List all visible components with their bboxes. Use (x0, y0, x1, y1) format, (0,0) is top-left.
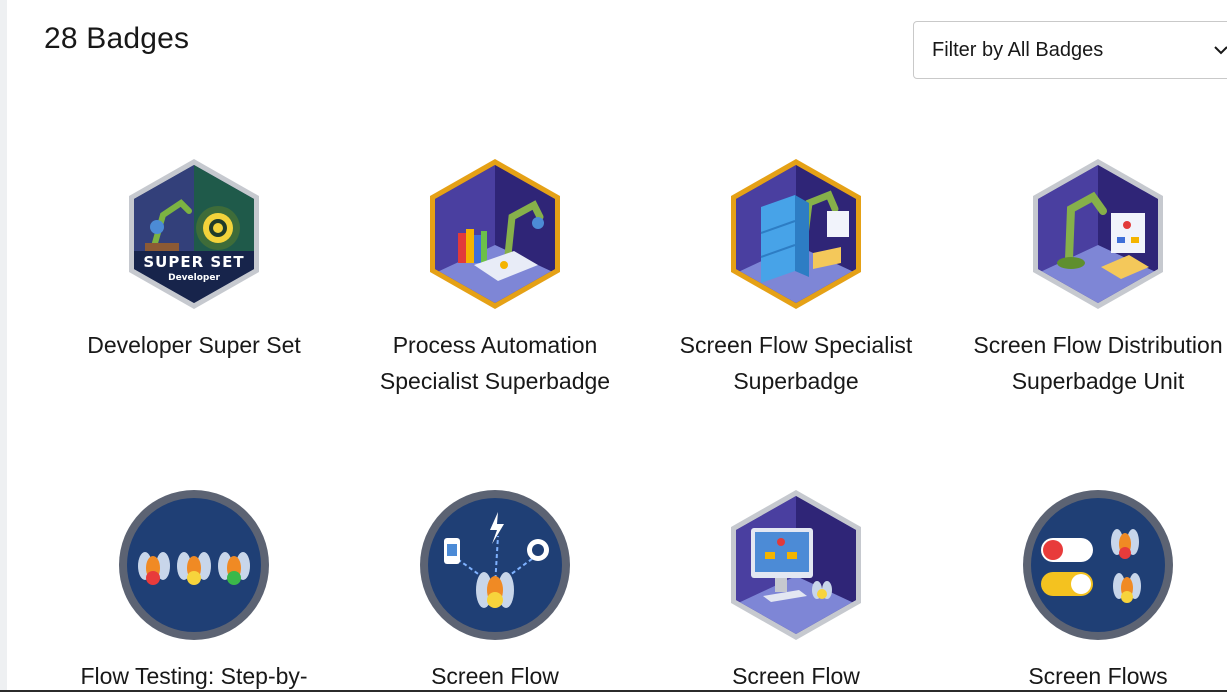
badge-title[interactable]: Process Automation Specialist Superbadge (345, 327, 645, 399)
badge-filter-select[interactable]: Filter by All Badges (913, 21, 1227, 79)
robot-arm-books-badge-icon[interactable] (416, 155, 574, 313)
fireflies-traffic-lights-badge-icon[interactable] (115, 486, 273, 644)
monitor-flowchart-badge-icon[interactable] (717, 486, 875, 644)
filter-label: Filter by All Badges (932, 38, 1104, 61)
badge-title[interactable]: Developer Super Set (44, 327, 344, 363)
page-title: 28 Badges (44, 22, 190, 55)
firefly-network-badge-icon[interactable] (416, 486, 574, 644)
badge-title[interactable]: Screen Flow (345, 658, 645, 694)
badge-title[interactable]: Screen Flows (948, 658, 1227, 694)
badge-title[interactable]: Screen Flow Specialist Superbadge (646, 327, 946, 399)
badge-title[interactable]: Screen Flow Distribution Superbadge Unit (948, 327, 1227, 399)
badge-title[interactable]: Screen Flow (646, 658, 946, 694)
svg-text:SUPER SET: SUPER SET (143, 253, 244, 271)
chevron-down-icon (1214, 46, 1227, 55)
badge-title[interactable]: Flow Testing: Step-by- (44, 658, 344, 694)
fireflies-toggles-badge-icon[interactable] (1019, 486, 1177, 644)
svg-text:Developer: Developer (168, 273, 220, 283)
robot-arm-flowchart-badge-icon[interactable] (1019, 155, 1177, 313)
robot-arm-gear-badge-icon[interactable]: SUPER SET Developer (115, 155, 273, 313)
left-rail (0, 0, 7, 692)
robot-arm-file-cabinet-badge-icon[interactable] (717, 155, 875, 313)
